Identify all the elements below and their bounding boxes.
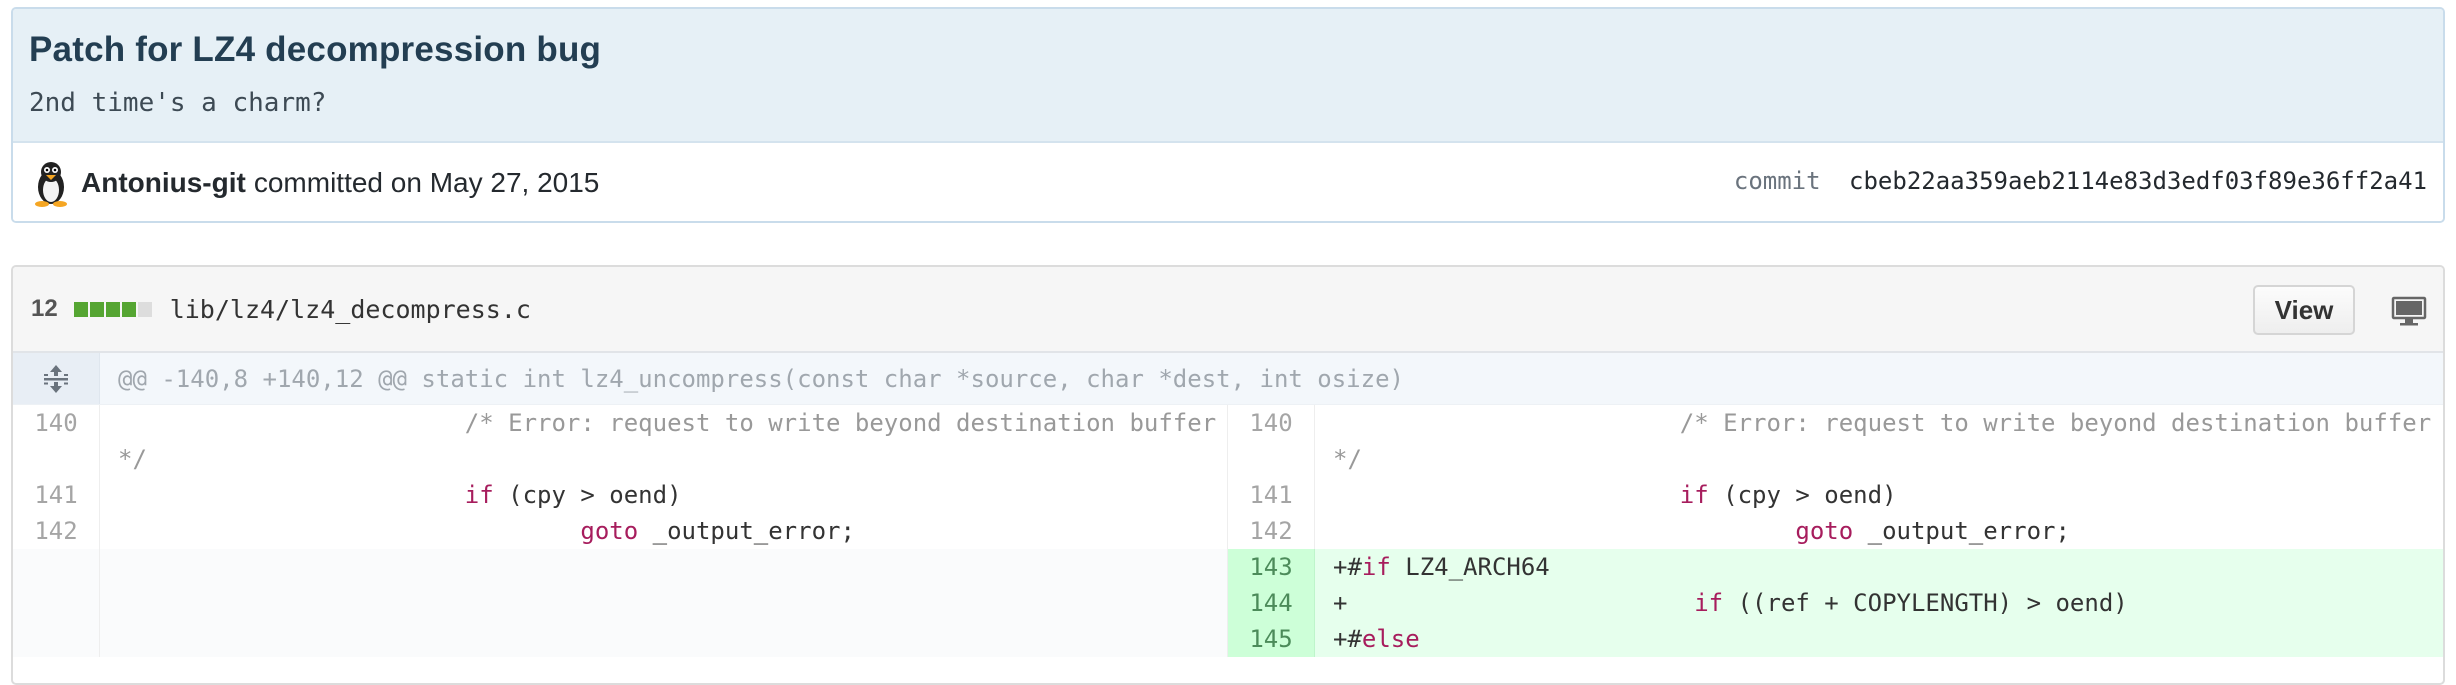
code-text: _output_error; bbox=[1853, 517, 2070, 545]
left-code-line: /* Error: request to write beyond destin… bbox=[100, 405, 1227, 477]
code-text: _output_error; bbox=[638, 517, 855, 545]
diffstat-block bbox=[89, 301, 104, 317]
left-code-line: if (cpy > oend) bbox=[100, 477, 1227, 513]
penguin-avatar-icon[interactable] bbox=[29, 159, 73, 207]
left-empty-code bbox=[100, 585, 1227, 621]
right-code-line: /* Error: request to write beyond destin… bbox=[1315, 405, 2443, 477]
right-diff-row: 143 +#if LZ4_ARCH64 bbox=[1228, 549, 2443, 585]
diff-left-side: 140 /* Error: request to write beyond de… bbox=[13, 405, 1227, 657]
right-diff-row: 140 /* Error: request to write beyond de… bbox=[1228, 405, 2443, 477]
left-line-number[interactable]: 140 bbox=[13, 405, 100, 477]
left-line-number[interactable]: 141 bbox=[13, 477, 100, 513]
right-line-number[interactable]: 143 bbox=[1228, 549, 1315, 585]
left-empty-row bbox=[13, 621, 1227, 657]
right-code-line: goto _output_error; bbox=[1315, 513, 2443, 549]
code-keyword: if bbox=[464, 481, 494, 509]
left-code-line: goto _output_error; bbox=[100, 513, 1227, 549]
desktop-icon[interactable] bbox=[2391, 295, 2427, 327]
right-code-line: if (cpy > oend) bbox=[1315, 477, 2443, 513]
code-keyword: goto bbox=[1795, 517, 1854, 545]
right-code-line: +#else bbox=[1315, 621, 2443, 657]
file-change-count: 12 bbox=[31, 295, 58, 322]
commit-meta: Antonius-git committed on May 27, 2015 c… bbox=[13, 143, 2443, 221]
right-diff-row: 141 if (cpy > oend) bbox=[1228, 477, 2443, 513]
code-indent: +# bbox=[1333, 553, 1362, 581]
commit-description: 2nd time's a charm? bbox=[29, 88, 327, 118]
right-diff-row: 142 goto _output_error; bbox=[1228, 513, 2443, 549]
unfold-icon bbox=[44, 364, 68, 393]
code-text: (cpy > oend) bbox=[1708, 481, 1897, 509]
code-text: LZ4_ARCH64 bbox=[1390, 553, 1550, 581]
file-header: 12 lib/lz4/lz4_decompress.c View bbox=[13, 267, 2443, 353]
code-text: ((ref + COPYLENGTH) > oend) bbox=[1723, 589, 2128, 617]
code-indent: +# bbox=[1333, 625, 1362, 653]
diffstat-block bbox=[137, 301, 152, 317]
left-empty-row bbox=[13, 585, 1227, 621]
diff-right-side: 140 /* Error: request to write beyond de… bbox=[1227, 405, 2443, 657]
right-line-number[interactable]: 141 bbox=[1228, 477, 1315, 513]
right-line-number[interactable]: 145 bbox=[1228, 621, 1315, 657]
right-line-number[interactable]: 144 bbox=[1228, 585, 1315, 621]
commit-sha-label: commit bbox=[1733, 167, 1821, 195]
left-empty-code bbox=[100, 549, 1227, 585]
right-line-number[interactable]: 140 bbox=[1228, 405, 1315, 477]
code-keyword: if bbox=[1679, 481, 1709, 509]
commit-author-link[interactable]: Antonius-git bbox=[81, 167, 246, 199]
hunk-header-text: @@ -140,8 +140,12 @@ static int lz4_unco… bbox=[118, 364, 1404, 393]
right-diff-row: 144 + if ((ref + COPYLENGTH) > oend) bbox=[1228, 585, 2443, 621]
left-empty-row bbox=[13, 549, 1227, 585]
diffstat-block bbox=[73, 301, 88, 317]
code-keyword: goto bbox=[580, 517, 639, 545]
view-file-button[interactable]: View bbox=[2253, 285, 2355, 335]
left-empty-line-number bbox=[13, 549, 100, 585]
diffstat-block bbox=[121, 301, 136, 317]
hunk-header-row: @@ -140,8 +140,12 @@ static int lz4_unco… bbox=[13, 353, 2443, 405]
diffstat-bar bbox=[73, 301, 154, 317]
code-text: (cpy > oend) bbox=[493, 481, 682, 509]
commit-sha-block: commit cbeb22aa359aeb2114e83d3edf03f89e3… bbox=[1734, 167, 2427, 195]
left-line-number[interactable]: 142 bbox=[13, 513, 100, 549]
left-diff-row: 140 /* Error: request to write beyond de… bbox=[13, 405, 1227, 477]
right-code-line: + if ((ref + COPYLENGTH) > oend) bbox=[1315, 585, 2443, 621]
right-code-line: +#if LZ4_ARCH64 bbox=[1315, 549, 2443, 585]
code-indent: + bbox=[1333, 589, 1695, 617]
right-line-number[interactable]: 142 bbox=[1228, 513, 1315, 549]
commit-title: Patch for LZ4 decompression bug bbox=[29, 30, 602, 69]
commit-date-text: committed on May 27, 2015 bbox=[253, 167, 600, 198]
left-empty-line-number bbox=[13, 585, 100, 621]
code-keyword: if bbox=[1694, 589, 1724, 617]
code-keyword: else bbox=[1361, 625, 1420, 653]
right-diff-row: 145 +#else bbox=[1228, 621, 2443, 657]
split-diff-table: 140 /* Error: request to write beyond de… bbox=[13, 405, 2443, 657]
commit-box: Patch for LZ4 decompression bug 2nd time… bbox=[11, 7, 2445, 223]
file-path[interactable]: lib/lz4/lz4_decompress.c bbox=[170, 295, 531, 324]
left-empty-code bbox=[100, 621, 1227, 657]
commit-sha[interactable]: cbeb22aa359aeb2114e83d3edf03f89e36ff2a41 bbox=[1849, 167, 2427, 195]
file-diff-box: 12 lib/lz4/lz4_decompress.c View @@ -140… bbox=[11, 265, 2445, 685]
diffstat-block bbox=[105, 301, 120, 317]
left-diff-row: 142 goto _output_error; bbox=[13, 513, 1227, 549]
left-empty-line-number bbox=[13, 621, 100, 657]
left-diff-row: 141 if (cpy > oend) bbox=[13, 477, 1227, 513]
hunk-expand-button[interactable] bbox=[13, 353, 100, 404]
commit-header: Patch for LZ4 decompression bug 2nd time… bbox=[13, 9, 2443, 143]
code-keyword: if bbox=[1361, 553, 1391, 581]
